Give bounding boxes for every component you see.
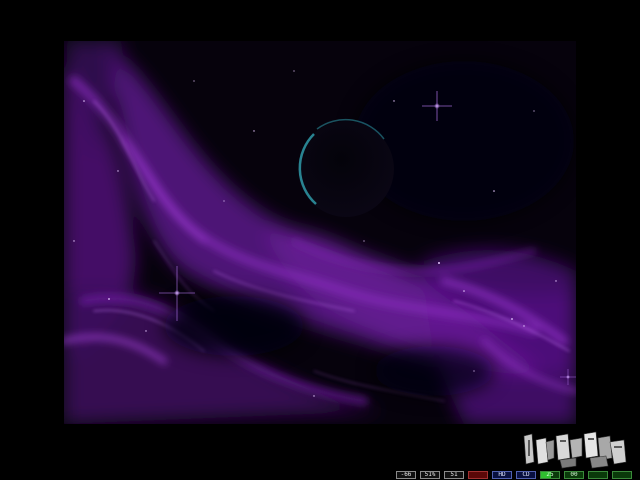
hud-meter-label: 25 — [546, 471, 554, 478]
hud-status-bar: -66 51% 51 HD CD 25 00 — [394, 470, 638, 480]
intro-logo-icon — [520, 428, 632, 470]
hud-cell-2: 51% — [420, 471, 440, 479]
hud-cell-3: 51 — [444, 471, 464, 479]
hud-cell-10 — [612, 471, 632, 479]
hud-cell-6: CD — [516, 471, 536, 479]
space-viewport — [64, 41, 576, 424]
planet-icon — [298, 118, 394, 217]
nebula-scene — [64, 41, 576, 424]
hud-cell-9 — [588, 471, 608, 479]
hud-cell-8: 00 — [564, 471, 584, 479]
hud-cell-1: -66 — [396, 471, 416, 479]
hud-cell-5: HD — [492, 471, 512, 479]
hud-cell-4 — [468, 471, 488, 479]
hud-cell-7: 25 — [540, 471, 560, 479]
game-screen: -66 51% 51 HD CD 25 00 — [0, 0, 640, 480]
